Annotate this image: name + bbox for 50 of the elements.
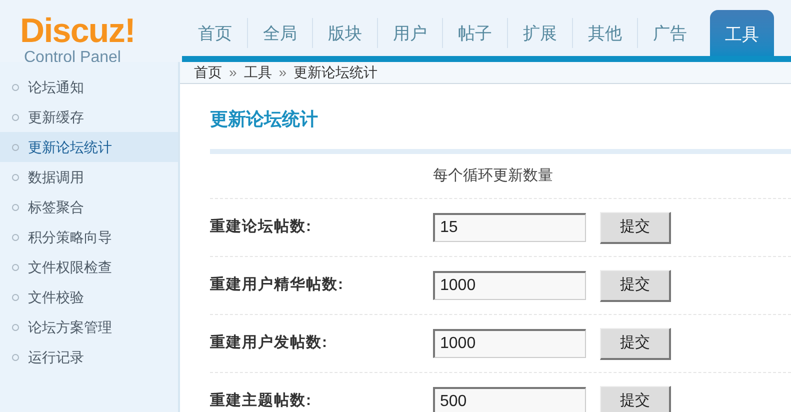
bullet-icon	[12, 234, 19, 240]
field-label: 重建用户精华帖数:	[210, 275, 345, 296]
breadcrumb-separator: »	[229, 63, 237, 82]
sidebar-item[interactable]: 积分策略向导	[0, 222, 178, 252]
sidebar-item[interactable]: 文件权限检查	[0, 252, 178, 282]
nav-tab[interactable]: 帖子	[443, 14, 507, 56]
sidebar-item[interactable]: 标签聚合	[0, 192, 178, 222]
input-field[interactable]: 1000	[433, 329, 586, 358]
nav-tab[interactable]: 用户	[378, 14, 442, 56]
nav-tab[interactable]: 全局	[248, 14, 312, 56]
nav-tab[interactable]: 其他	[573, 14, 637, 56]
bullet-icon	[12, 204, 19, 210]
bullet-icon	[12, 294, 19, 300]
bullet-icon	[12, 264, 19, 270]
breadcrumb-separator: »	[278, 63, 287, 82]
input-field[interactable]: 15	[433, 213, 586, 242]
breadcrumb-link[interactable]: 工具	[244, 62, 272, 83]
submit-button[interactable]: 提交	[600, 270, 671, 302]
submit-button[interactable]: 提交	[600, 328, 671, 360]
page-title: 更新论坛统计	[210, 109, 318, 129]
logo-subtitle: Control Panel	[23, 48, 122, 68]
sidebar-item[interactable]: 更新论坛统计	[0, 132, 178, 162]
input-field[interactable]: 500	[433, 387, 586, 412]
bullet-icon	[12, 144, 19, 150]
nav-tab[interactable]: 首页	[183, 14, 247, 56]
sidebar-item[interactable]: 数据调用	[0, 162, 178, 192]
nav-tab[interactable]: 版块	[313, 14, 377, 56]
nav-tab[interactable]: 工具	[710, 10, 774, 56]
sidebar-item[interactable]: 论坛通知	[0, 72, 178, 102]
column-header: 每个循环更新数量	[433, 166, 553, 186]
field-label: 重建主题帖数:	[210, 390, 313, 412]
bullet-icon	[12, 84, 19, 90]
bullet-icon	[12, 174, 19, 180]
sidebar-item[interactable]: 文件校验	[0, 282, 178, 312]
breadcrumb-link[interactable]: 更新论坛统计	[294, 62, 378, 83]
sidebar-item[interactable]: 运行记录	[0, 342, 178, 372]
sidebar-item[interactable]: 更新缓存	[0, 102, 178, 132]
submit-button[interactable]: 提交	[600, 386, 671, 412]
sidebar-item[interactable]: 论坛方案管理	[0, 312, 178, 342]
nav-tab[interactable]: 广告	[638, 14, 702, 56]
input-field[interactable]: 1000	[433, 271, 586, 300]
logo-text: Discuz!	[20, 14, 136, 48]
submit-button[interactable]: 提交	[600, 212, 671, 244]
field-label: 重建用户发帖数:	[210, 333, 329, 354]
nav-tab[interactable]: 扩展	[508, 14, 572, 56]
breadcrumb-link[interactable]: 首页	[194, 62, 222, 83]
bullet-icon	[12, 354, 19, 360]
field-label: 重建论坛帖数:	[210, 217, 313, 238]
bullet-icon	[12, 324, 19, 330]
bullet-icon	[12, 114, 19, 120]
